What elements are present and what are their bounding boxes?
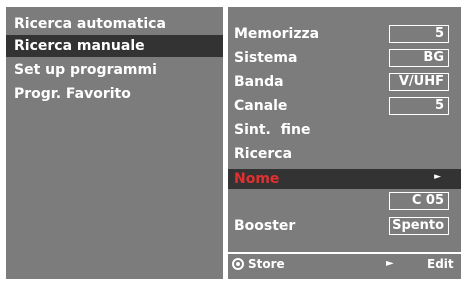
ok-button-icon xyxy=(232,258,244,270)
sint-fine-label[interactable]: Sint. fine xyxy=(231,119,381,141)
store-label: Store xyxy=(248,257,285,271)
nome-value[interactable]: C 05 xyxy=(389,192,449,210)
right-arrow-icon: ► xyxy=(386,258,394,269)
menu-item-progr-favorito[interactable]: Progr. Favorito xyxy=(6,83,223,105)
canale-label: Canale xyxy=(234,98,288,114)
menu-item-ricerca-manuale[interactable]: Ricerca manuale xyxy=(6,35,223,57)
edit-label: Edit xyxy=(427,257,454,271)
right-arrow-icon: ► xyxy=(434,172,441,182)
tv-osd-menu: Ricerca automatica Ricerca manuale Set u… xyxy=(0,0,467,287)
nome-row-highlight[interactable]: Nome ► xyxy=(228,169,461,189)
store-hint: Store xyxy=(232,255,285,273)
menu-item-label: Ricerca manuale xyxy=(14,38,145,54)
right-settings-panel: Memorizza 5 Sistema BG Banda V/UHF Canal… xyxy=(228,7,461,279)
booster-value[interactable]: Spento xyxy=(389,217,449,235)
menu-item-label: Progr. Favorito xyxy=(14,86,131,102)
memorizza-value[interactable]: 5 xyxy=(389,25,449,43)
sistema-value[interactable]: BG xyxy=(389,49,449,67)
ricerca-label[interactable]: Ricerca xyxy=(231,143,381,165)
menu-item-label: Set up programmi xyxy=(14,62,157,78)
sistema-label: Sistema xyxy=(234,50,298,66)
menu-item-ricerca-automatica[interactable]: Ricerca automatica xyxy=(6,13,223,35)
menu-item-set-up-programmi[interactable]: Set up programmi xyxy=(6,59,223,81)
left-menu-panel: Ricerca automatica Ricerca manuale Set u… xyxy=(6,7,223,279)
booster-label: Booster xyxy=(234,218,296,234)
banda-label: Banda xyxy=(234,74,284,90)
menu-item-label: Ricerca automatica xyxy=(14,16,166,32)
nome-label: Nome xyxy=(234,171,280,187)
canale-value[interactable]: 5 xyxy=(389,97,449,115)
footer-divider xyxy=(228,252,461,254)
banda-value[interactable]: V/UHF xyxy=(389,73,449,91)
memorizza-label: Memorizza xyxy=(234,26,320,42)
